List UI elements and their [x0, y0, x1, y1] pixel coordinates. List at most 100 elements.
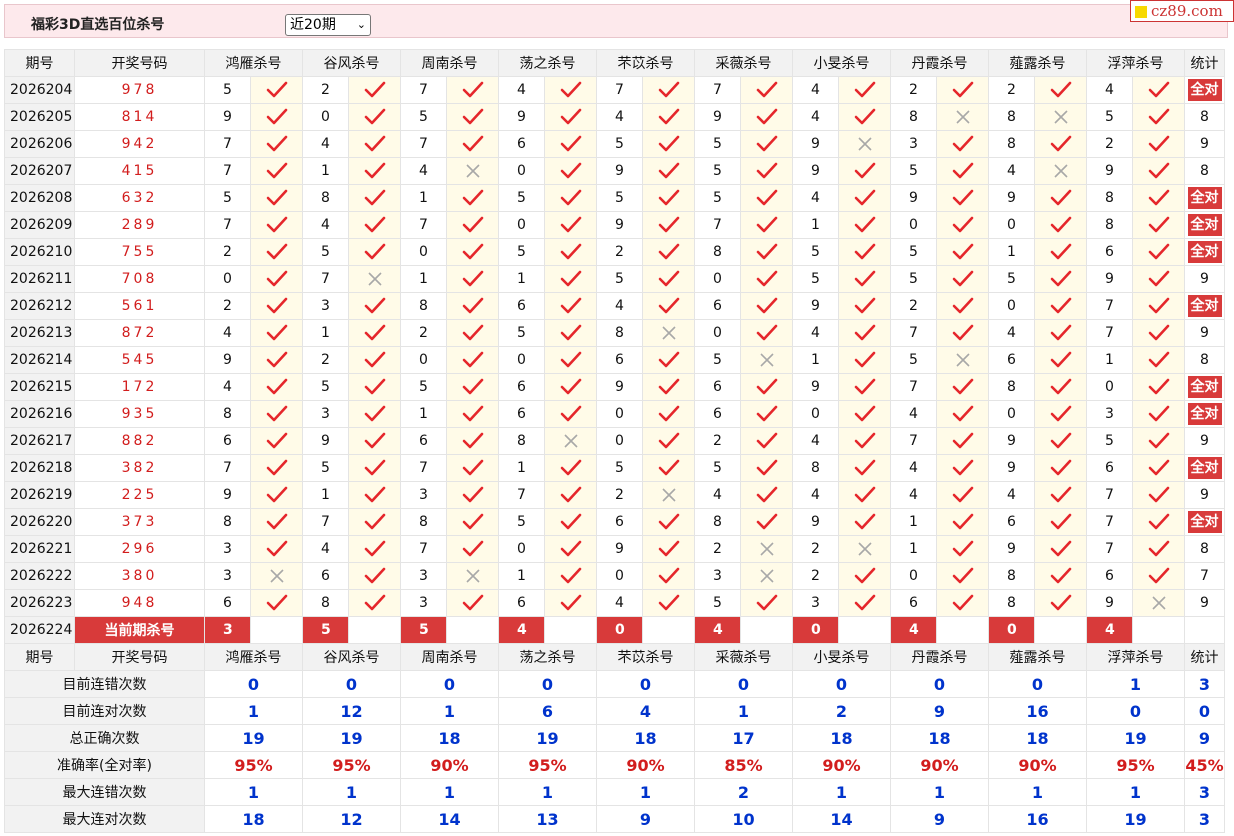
kill-number-cell: 4	[988, 157, 1035, 185]
check-icon	[1132, 319, 1185, 347]
kill-number-cell: 6	[1086, 454, 1133, 482]
kill-number-cell: 8	[498, 427, 545, 455]
check-icon	[1034, 535, 1087, 563]
check-icon	[446, 508, 499, 536]
check-icon	[740, 454, 793, 482]
issue-cell: 2026205	[4, 103, 75, 131]
col-expert-header: 浮萍杀号	[1086, 643, 1185, 671]
check-icon	[544, 265, 597, 293]
check-icon	[1034, 319, 1087, 347]
check-icon	[250, 265, 303, 293]
check-icon	[250, 427, 303, 455]
kill-number-cell: 7	[694, 211, 741, 239]
kill-number-cell: 5	[596, 454, 643, 482]
empty-cell	[740, 616, 793, 644]
period-select[interactable]: 近20期 ⌄	[285, 14, 371, 36]
col-stat-header: 统计	[1184, 643, 1225, 671]
check-icon	[348, 427, 401, 455]
kill-number-cell: 9	[596, 157, 643, 185]
check-icon	[936, 157, 989, 185]
kill-number-cell: 2	[988, 76, 1035, 104]
kill-number-cell: 9	[988, 184, 1035, 212]
kill-number-cell: 9	[792, 157, 839, 185]
check-icon	[1034, 292, 1087, 320]
check-icon	[544, 589, 597, 617]
check-icon	[838, 292, 891, 320]
check-icon	[446, 130, 499, 158]
check-icon	[348, 481, 401, 509]
kill-number-cell: 9	[1086, 265, 1133, 293]
check-icon	[936, 400, 989, 428]
stats-value: 18	[890, 724, 989, 752]
kill-number-cell: 0	[204, 265, 251, 293]
kill-number-cell: 9	[988, 535, 1035, 563]
draw-number-cell: 942	[74, 130, 205, 158]
correct-count: 8	[1200, 541, 1209, 557]
check-icon	[642, 373, 695, 401]
kill-number-cell: 2	[302, 346, 349, 374]
all-correct-badge: 全对	[1187, 214, 1222, 236]
kill-number-cell: 7	[204, 454, 251, 482]
check-icon	[838, 76, 891, 104]
kill-number-cell: 7	[204, 130, 251, 158]
stats-value: 2	[694, 778, 793, 806]
stats-value: 1	[988, 778, 1087, 806]
table-row: 2026218 382 7 5 7 1 5 5 8 4 9 6 全对	[4, 454, 1225, 482]
kill-number-cell: 4	[792, 319, 839, 347]
check-icon	[936, 481, 989, 509]
stats-value: 95%	[204, 751, 303, 779]
table-row: 2026221 296 3 4 7 0 9 2 2 1 9 7 8	[4, 535, 1225, 563]
kill-number-cell: 4	[204, 373, 251, 401]
row-stat-cell: 全对	[1184, 292, 1225, 320]
kill-number-cell: 9	[792, 292, 839, 320]
stats-value: 14	[792, 805, 891, 833]
check-icon	[838, 238, 891, 266]
check-icon	[544, 508, 597, 536]
row-stat-cell: 9	[1184, 319, 1225, 347]
kill-number-cell: 7	[890, 373, 937, 401]
kill-number-cell: 4	[400, 157, 447, 185]
stats-total: 3	[1184, 778, 1225, 806]
stats-value: 1	[400, 778, 499, 806]
check-icon	[740, 130, 793, 158]
check-icon	[544, 292, 597, 320]
correct-count: 9	[1200, 136, 1209, 152]
table-row: 2026213 872 4 1 2 5 8 0 4 7 4 7 9	[4, 319, 1225, 347]
kill-number-cell: 6	[400, 427, 447, 455]
issue-cell: 2026215	[4, 373, 75, 401]
check-icon	[1034, 589, 1087, 617]
kill-number-cell: 8	[988, 562, 1035, 590]
col-expert-header: 芣苡杀号	[596, 49, 695, 77]
check-icon	[446, 265, 499, 293]
col-expert-header: 鸿雁杀号	[204, 643, 303, 671]
empty-cell	[1132, 616, 1185, 644]
stats-value: 17	[694, 724, 793, 752]
kill-number-cell: 2	[596, 238, 643, 266]
site-logo[interactable]: cz89.com	[1130, 0, 1234, 22]
draw-number-cell: 708	[74, 265, 205, 293]
stats-value: 18	[596, 724, 695, 752]
cross-icon	[1132, 589, 1185, 617]
col-expert-header: 小旻杀号	[792, 49, 891, 77]
issue-cell: 2026217	[4, 427, 75, 455]
check-icon	[348, 319, 401, 347]
stats-row: 最大连对次数 18 12 14 13 9 10 14 9 16 19 3	[4, 805, 1225, 833]
kill-number-cell: 4	[302, 211, 349, 239]
all-correct-badge: 全对	[1187, 511, 1222, 533]
check-icon	[544, 76, 597, 104]
check-icon	[936, 238, 989, 266]
kill-number-cell: 7	[498, 481, 545, 509]
stats-label: 准确率(全对率)	[4, 751, 205, 779]
correct-count: 9	[1200, 487, 1209, 503]
correct-count: 7	[1200, 568, 1209, 584]
draw-number-cell: 935	[74, 400, 205, 428]
check-icon	[250, 373, 303, 401]
check-icon	[446, 346, 499, 374]
stats-total: 3	[1184, 670, 1225, 698]
kill-number-cell: 1	[498, 454, 545, 482]
kill-number-cell: 3	[1086, 400, 1133, 428]
current-issue-row: 2026224 当前期杀号 3 5 5 4 0 4 0 4 0 4	[4, 616, 1225, 644]
empty-cell	[544, 616, 597, 644]
check-icon	[1132, 292, 1185, 320]
draw-number-cell: 545	[74, 346, 205, 374]
